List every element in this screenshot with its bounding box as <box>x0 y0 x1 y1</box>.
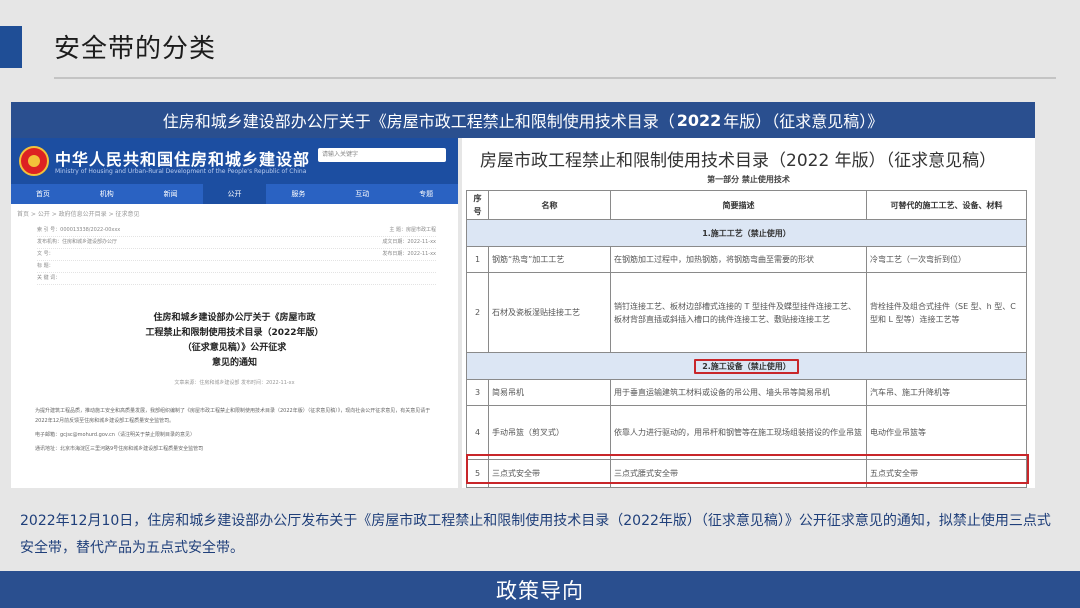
nav-item: 服务 <box>291 190 306 198</box>
cell-desc: 用于垂直运输建筑工材料或设备的吊公用、墙头吊等简易吊机 <box>610 379 867 406</box>
cell-index: 1 <box>466 246 489 273</box>
footer-bar: 政策导向 <box>0 571 1080 608</box>
cell-desc: 销钉连接工艺、板材边部槽式连接的 T 型挂件及蝶型挂件连接工艺、板材背部直插或斜… <box>610 272 867 353</box>
meta-row: 索 引 号：000013338/2022-00xxx 主 题：房屋市政工程 <box>37 225 436 237</box>
title-accent-bar <box>0 26 22 68</box>
meta-cell: 文 号： <box>37 251 54 257</box>
section-row: 2.施工设备（禁止使用） <box>466 352 1027 380</box>
meta-cell: 发布日期：2022-11-xx <box>382 251 436 257</box>
site-search-input: 请输入关键字 <box>318 148 446 162</box>
banner-prefix: 住房和城乡建设部办公厅关于《房屋市政工程禁止和限制使用技术目录（ <box>162 112 675 131</box>
section-label: 1.施工工艺（禁止使用） <box>466 219 1027 247</box>
site-nav: 首页 机构 新闻 公开 服务 互动 专题 <box>11 184 458 204</box>
notice-paragraph: 通讯地址：北京市海淀区三里河路9号住房和城乡建设部工程质量安全监管司 <box>35 446 204 452</box>
highlight-frame-seatbelt-row <box>466 454 1029 484</box>
meta-row: 文 号： 发布日期：2022-11-xx <box>37 249 436 261</box>
notice-title-line: （征求意见稿）》公开征求 <box>182 343 287 353</box>
column-header: 序号 <box>466 190 489 220</box>
cell-name: 石材及瓷板湿贴挂接工艺 <box>488 272 611 353</box>
table-row: 4 手动吊篮（剪叉式） 依靠人力进行驱动的，用吊杆和钢管等在施工现场组装搭设的作… <box>466 405 1027 460</box>
footer-label: 政策导向 <box>496 578 584 603</box>
site-name: 中华人民共和国住房和城乡建设部 <box>55 150 311 169</box>
notice-paragraph: 电子邮箱：gcjsc@mohurd.gov.cn（请注明关于禁止限制目录的意见） <box>35 432 195 438</box>
column-header: 简要描述 <box>610 190 867 220</box>
cell-alternative: 汽车吊、施工升降机等 <box>866 379 1027 406</box>
cell-alternative: 背栓挂件及组合式挂件（SE 型、h 型、C 型和 L 型等）连接工艺等 <box>866 272 1027 353</box>
national-emblem-icon <box>19 146 49 176</box>
notice-title-line: 意见的通知 <box>211 358 257 368</box>
cell-desc: 依靠人力进行驱动的，用吊杆和钢管等在施工现场组装搭设的作业吊篮 <box>610 405 867 460</box>
notice-info: 文章来源：住房和城乡建设部 发布时间：2022-11-xx <box>174 380 295 386</box>
notice-title: 住房和城乡建设部办公厅关于《房屋市政 工程禁止和限制使用技术目录（2022年版）… <box>11 311 458 371</box>
notice-title-line: 住房和城乡建设部办公厅关于《房屋市政 <box>153 313 316 323</box>
meta-cell: 索 引 号：000013338/2022-00xxx <box>37 227 121 233</box>
nav-item: 新闻 <box>163 190 178 198</box>
column-header: 可替代的施工工艺、设备、材料 <box>866 190 1027 220</box>
meta-cell: 主 题：房屋市政工程 <box>389 227 436 233</box>
cell-alternative: 电动作业吊篮等 <box>866 405 1027 460</box>
notice-body: 为提升建筑工程品质，推动施工安全和高质量发展，我部组织编制了《房屋市政工程禁止和… <box>35 406 434 454</box>
cell-desc: 在钢筋加工过程中，加热钢筋，将钢筋弯曲至需要的形状 <box>610 246 867 273</box>
meta-cell: 发布机构：住房和城乡建设部办公厅 <box>37 239 118 245</box>
cell-index: 3 <box>466 379 489 406</box>
document-banner: 住房和城乡建设部办公厅关于《房屋市政工程禁止和限制使用技术目录（ 2022 年版）（… <box>11 102 1035 138</box>
slide-caption: 2022年12月10日，住房和城乡建设部办公厅发布关于《房屋市政工程禁止和限制使… <box>20 513 1051 556</box>
table-row: 3 简易吊机 用于垂直运输建筑工材料或设备的吊公用、墙头吊等简易吊机 汽车吊、施… <box>466 379 1027 406</box>
nav-item: 专题 <box>419 190 434 198</box>
nav-item: 机构 <box>99 190 114 198</box>
nav-item: 互动 <box>355 190 370 198</box>
section-row: 1.施工工艺（禁止使用） <box>466 219 1027 247</box>
cell-index: 2 <box>466 272 489 353</box>
cell-alternative: 冷弯工艺（一次弯折到位） <box>866 246 1027 273</box>
slide-title: 安全带的分类 <box>54 34 217 64</box>
banner-suffix: 年版）（征求意见稿）》 <box>723 112 884 131</box>
notice-paragraph: 为提升建筑工程品质，推动施工安全和高质量发展，我部组织编制了《房屋市政工程禁止和… <box>35 408 431 424</box>
table-row: 1 钢筋“热弯”加工工艺 在钢筋加工过程中，加热钢筋，将钢筋弯曲至需要的形状 冷… <box>466 246 1027 273</box>
meta-cell: 标 题： <box>37 263 54 269</box>
notice-title-line: 工程禁止和限制使用技术目录（2022年版） <box>145 328 324 338</box>
meta-cell: 成文日期：2022-11-xx <box>382 239 436 245</box>
catalog-title: 房屋市政工程禁止和限制使用技术目录（2022 年版）（征求意见稿） <box>480 151 997 171</box>
cell-name: 手动吊篮（剪叉式） <box>488 405 611 460</box>
cell-name: 简易吊机 <box>488 379 611 406</box>
title-divider <box>54 77 1056 79</box>
cell-name: 钢筋“热弯”加工工艺 <box>488 246 611 273</box>
meta-cell: 关 键 词： <box>37 275 61 281</box>
banner-year: 2022 <box>676 110 722 130</box>
gov-site-header: 中华人民共和国住房和城乡建设部 Ministry of Housing and … <box>11 138 458 184</box>
table-header-row: 序号 名称 简要描述 可替代的施工工艺、设备、材料 <box>466 190 1027 220</box>
ministry-webpage-screenshot: 中华人民共和国住房和城乡建设部 Ministry of Housing and … <box>11 138 458 488</box>
nav-item: 首页 <box>35 190 50 198</box>
catalog-table-screenshot: 房屋市政工程禁止和限制使用技术目录（2022 年版）（征求意见稿） 第一部分 禁… <box>462 138 1035 488</box>
catalog-table: 序号 名称 简要描述 可替代的施工工艺、设备、材料 1.施工工艺（禁止使用） 1… <box>466 190 1027 488</box>
cell-index: 4 <box>466 405 489 460</box>
meta-row: 标 题： <box>37 261 436 273</box>
meta-row: 关 键 词： <box>37 273 436 285</box>
nav-item-active: 公开 <box>202 184 267 204</box>
table-row: 2 石材及瓷板湿贴挂接工艺 销钉连接工艺、板材边部槽式连接的 T 型挂件及蝶型挂… <box>466 272 1027 353</box>
site-subtitle: Ministry of Housing and Urban-Rural Deve… <box>55 168 307 175</box>
section-label-highlighted: 2.施工设备（禁止使用） <box>466 352 1027 380</box>
catalog-part-heading: 第一部分 禁止使用技术 <box>707 175 790 184</box>
highlight-box: 2.施工设备（禁止使用） <box>694 358 799 374</box>
doc-meta-table: 索 引 号：000013338/2022-00xxx 主 题：房屋市政工程 发布机… <box>37 225 436 285</box>
breadcrumb: 首页 > 公开 > 政府信息公开目录 > 征求意见 <box>17 211 140 218</box>
column-header: 名称 <box>488 190 611 220</box>
meta-row: 发布机构：住房和城乡建设部办公厅 成文日期：2022-11-xx <box>37 237 436 249</box>
